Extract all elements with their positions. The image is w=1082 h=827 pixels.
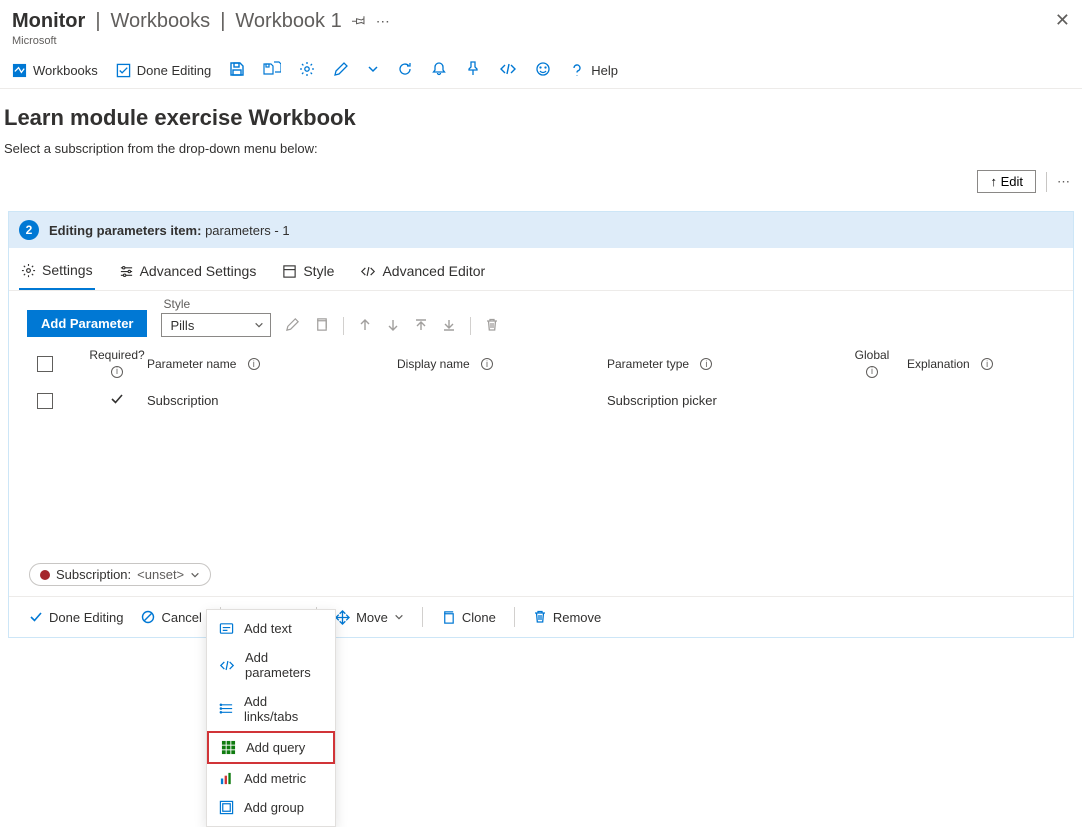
breadcrumb-leaf[interactable]: Workbook 1: [235, 10, 341, 33]
move-button[interactable]: Move: [329, 608, 410, 627]
more-icon[interactable]: ⋯: [376, 13, 390, 30]
remove-button[interactable]: Remove: [527, 608, 607, 627]
col-param-type: Parameter type i: [607, 357, 837, 371]
feedback-icon[interactable]: [535, 61, 551, 80]
arrow-bottom-icon[interactable]: [442, 318, 456, 335]
select-all-checkbox[interactable]: [37, 356, 53, 372]
required-check-icon: [87, 392, 147, 409]
info-icon[interactable]: i: [481, 358, 493, 370]
breadcrumb: Monitor | Workbooks | Workbook 1 ⋯: [12, 10, 1070, 33]
done-editing-bottom[interactable]: Done Editing: [23, 608, 129, 627]
info-icon[interactable]: i: [700, 358, 712, 370]
chevron-down-icon[interactable]: [367, 63, 379, 78]
menu-add-parameters[interactable]: Add parameters: [207, 643, 335, 687]
menu-add-links[interactable]: Add links/tabs: [207, 687, 335, 731]
add-parameter-button[interactable]: Add Parameter: [27, 310, 147, 337]
arrow-top-icon[interactable]: [414, 318, 428, 335]
row-toolbar: [285, 317, 499, 337]
command-bar: Workbooks Done Editing Help: [0, 53, 1082, 89]
pin-icon[interactable]: [352, 13, 366, 30]
info-icon[interactable]: i: [981, 358, 993, 370]
col-param-name: Parameter name i: [147, 357, 397, 371]
page-title: Learn module exercise Workbook: [4, 105, 1070, 131]
cancel-button[interactable]: Cancel: [135, 608, 207, 627]
copy-row-icon[interactable]: [314, 317, 329, 335]
style-select[interactable]: Pills: [161, 313, 271, 337]
col-required: Required?i: [87, 349, 147, 378]
style-row: Add Parameter Style Pills: [9, 291, 1073, 339]
help-button[interactable]: Help: [569, 63, 618, 79]
menu-add-query[interactable]: Add query: [207, 731, 335, 764]
arrow-down-icon[interactable]: [386, 318, 400, 335]
col-global: Globali: [837, 349, 907, 378]
edit-button[interactable]: ↑ Edit: [977, 170, 1036, 193]
pin-toolbar-icon[interactable]: [465, 61, 481, 80]
code-icon[interactable]: [499, 62, 517, 79]
error-dot-icon: [40, 570, 50, 580]
subscription-pill[interactable]: Subscription: <unset>: [29, 563, 211, 586]
page-header: Monitor | Workbooks | Workbook 1 ⋯ Micro…: [0, 0, 1082, 53]
tab-advanced-editor[interactable]: Advanced Editor: [358, 256, 487, 290]
page-subtext: Select a subscription from the drop-down…: [4, 141, 1070, 156]
edit-pencil-icon[interactable]: [333, 61, 349, 80]
menu-add-text[interactable]: Add text: [207, 614, 335, 643]
more-dots-icon[interactable]: ⋯: [1057, 174, 1070, 190]
grid-header: Required?i Parameter name i Display name…: [9, 339, 1073, 388]
breadcrumb-root[interactable]: Monitor: [12, 10, 85, 33]
menu-add-metric[interactable]: Add metric: [207, 764, 335, 793]
tab-style[interactable]: Style: [280, 256, 336, 290]
edit-bar: ↑ Edit ⋯: [0, 164, 1082, 211]
panel-heading-item: parameters - 1: [205, 223, 290, 238]
panel-tabs: Settings Advanced Settings Style Advance…: [9, 248, 1073, 291]
table-row[interactable]: Subscription Subscription picker: [9, 388, 1073, 413]
tenant-label: Microsoft: [12, 35, 1070, 47]
workbooks-button[interactable]: Workbooks: [12, 63, 98, 78]
parameters-panel: 2 Editing parameters item: parameters - …: [8, 211, 1074, 638]
tab-advanced-settings[interactable]: Advanced Settings: [117, 256, 259, 290]
bottom-bar: Done Editing Cancel Add Move Clone Remov…: [9, 596, 1073, 637]
panel-header: 2 Editing parameters item: parameters - …: [9, 212, 1073, 248]
save-as-icon[interactable]: [263, 61, 281, 80]
arrow-up-icon[interactable]: [358, 318, 372, 335]
content-area: 2 Editing parameters item: parameters - …: [0, 211, 1082, 638]
close-icon[interactable]: ✕: [1055, 10, 1070, 31]
delete-row-icon[interactable]: [485, 318, 499, 335]
breadcrumb-mid[interactable]: Workbooks: [111, 10, 211, 33]
row-param-type: Subscription picker: [607, 393, 837, 408]
add-menu: Add text Add parameters Add links/tabs A…: [206, 609, 336, 827]
menu-add-group[interactable]: Add group: [207, 793, 335, 822]
step-number: 2: [19, 220, 39, 240]
clone-button[interactable]: Clone: [435, 608, 502, 627]
col-explanation: Explanation i: [907, 357, 1067, 371]
chevron-down-icon: [190, 570, 200, 580]
alert-icon[interactable]: [431, 61, 447, 80]
settings-gear-icon[interactable]: [299, 61, 315, 80]
save-icon[interactable]: [229, 61, 245, 80]
info-icon[interactable]: i: [111, 366, 123, 378]
style-label: Style: [161, 297, 271, 311]
row-param-name: Subscription: [147, 393, 397, 408]
done-editing-button[interactable]: Done Editing: [116, 63, 211, 78]
edit-row-icon[interactable]: [285, 317, 300, 335]
panel-heading-prefix: Editing parameters item:: [49, 223, 201, 238]
info-icon[interactable]: i: [248, 358, 260, 370]
col-display-name: Display name i: [397, 357, 607, 371]
tab-settings[interactable]: Settings: [19, 256, 95, 290]
row-checkbox[interactable]: [37, 393, 53, 409]
refresh-icon[interactable]: [397, 61, 413, 80]
info-icon[interactable]: i: [866, 366, 878, 378]
